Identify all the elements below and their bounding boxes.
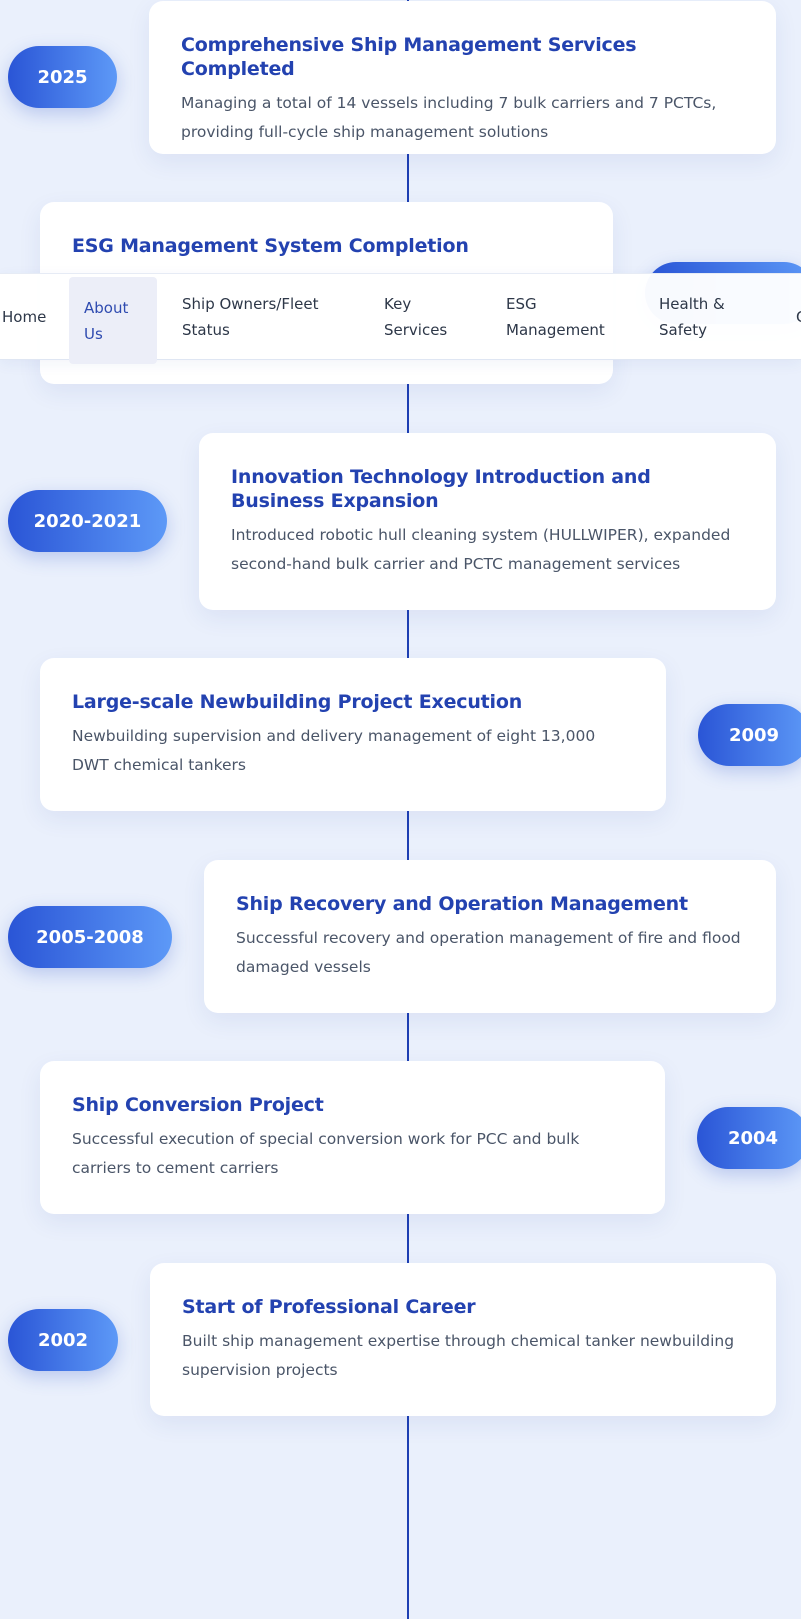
timeline-card-description: Introduced robotic hull cleaning system … — [231, 526, 731, 573]
timeline-year-badge: 2020-2021 — [8, 490, 167, 552]
nav-item-overflow[interactable]: C — [796, 274, 801, 359]
timeline-card-title: Start of Professional Career — [182, 1296, 476, 1318]
timeline-card-title: Large-scale Newbuilding Project Executio… — [72, 691, 523, 713]
nav-item-esg-management[interactable]: ESG Management — [506, 274, 605, 359]
timeline-card: Ship Conversion Project Successful execu… — [40, 1061, 665, 1214]
timeline-card: Large-scale Newbuilding Project Executio… — [40, 658, 666, 811]
timeline-year-badge: 2009 — [698, 704, 801, 766]
timeline-card-title: ESG Management System Completion — [72, 235, 469, 257]
timeline-year-badge: 2004 — [697, 1107, 801, 1169]
timeline-card-description: Successful recovery and operation manage… — [236, 929, 741, 976]
main-navbar: Home About Us Ship Owners/Fleet Status K… — [0, 273, 801, 364]
timeline-card-description: Built ship management expertise through … — [182, 1332, 735, 1379]
timeline-year-badge: 2002 — [8, 1309, 118, 1371]
timeline-card-title: Innovation Technology Introduction and B… — [231, 466, 651, 512]
nav-item-health-safety[interactable]: Health & Safety — [659, 274, 725, 359]
timeline-year-badge: 2005-2008 — [8, 906, 172, 968]
timeline-card-description: Newbuilding supervision and delivery man… — [72, 727, 596, 774]
nav-item-ship-owners-fleet-status[interactable]: Ship Owners/Fleet Status — [182, 274, 318, 359]
nav-item-about-us[interactable]: About Us — [69, 277, 157, 364]
nav-item-key-services[interactable]: Key Services — [384, 274, 447, 359]
timeline-card-description: Managing a total of 14 vessels including… — [181, 94, 717, 141]
timeline-card-title: Ship Recovery and Operation Management — [236, 893, 688, 915]
page: 2025 Comprehensive Ship Management Servi… — [0, 0, 801, 1619]
timeline-card: Comprehensive Ship Management Services C… — [149, 1, 776, 154]
timeline-card-title: Ship Conversion Project — [72, 1094, 324, 1116]
timeline-card: Start of Professional Career Built ship … — [150, 1263, 776, 1416]
timeline-card: Innovation Technology Introduction and B… — [199, 433, 776, 610]
timeline-card-description: Successful execution of special conversi… — [72, 1130, 580, 1177]
nav-item-home[interactable]: Home — [2, 274, 46, 359]
timeline-year-badge: 2025 — [8, 46, 117, 108]
timeline-card: Ship Recovery and Operation Management S… — [204, 860, 776, 1013]
timeline-card-title: Comprehensive Ship Management Services C… — [181, 34, 637, 80]
